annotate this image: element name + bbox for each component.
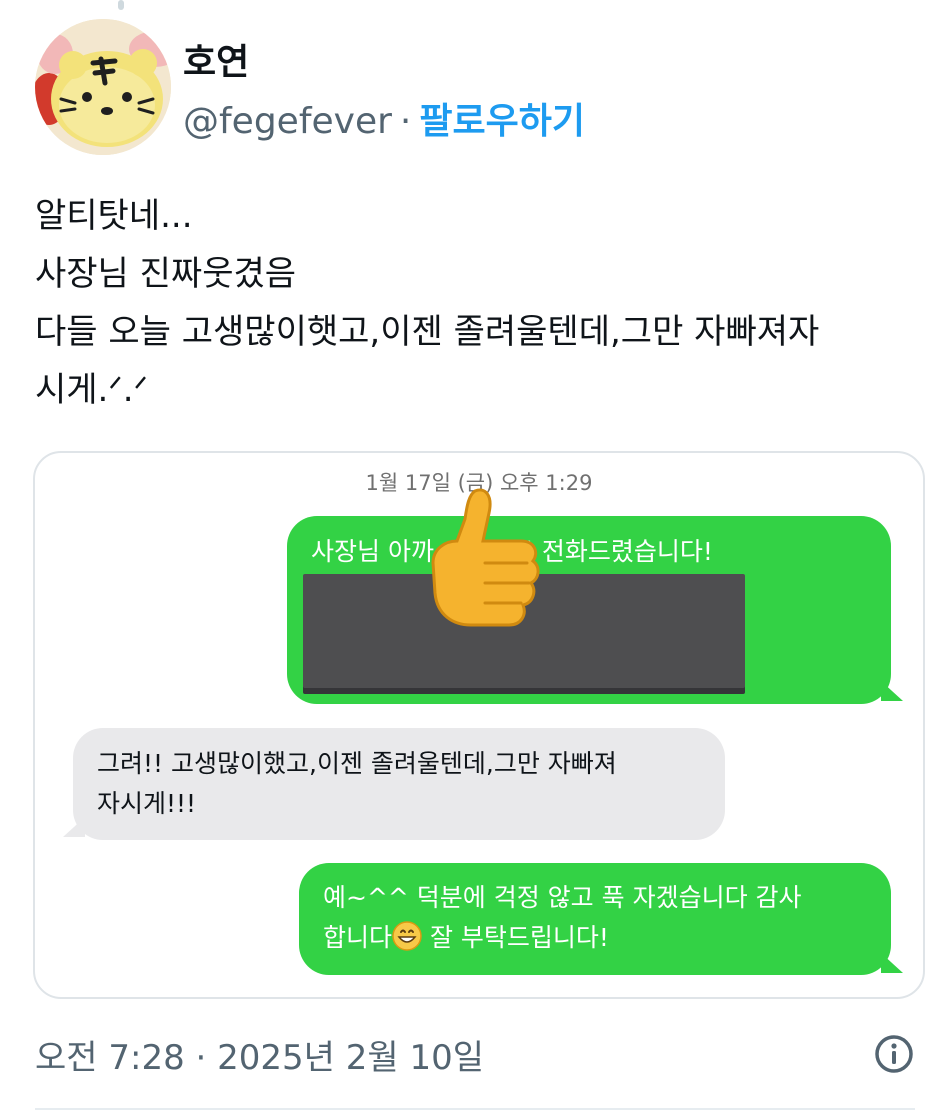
avatar[interactable] (35, 19, 171, 155)
follow-button[interactable]: 팔로우하기 (419, 101, 585, 142)
author-name[interactable]: 호연 (183, 33, 249, 85)
tweet-line: 사장님 진짜웃겼음 (35, 254, 297, 294)
info-icon[interactable] (874, 1034, 914, 1074)
author-handle[interactable]: @fegefever (183, 101, 392, 142)
grinning-face-emoji-icon (392, 921, 422, 951)
message-text: 예~^^ 덕분에 걱정 않고 푹 자겠습니다 감사 합니다 잘 부탁드립니다! (323, 878, 802, 958)
tweet-text: 알티탓네... 사장님 진짜웃겼음 다들 오늘 고생많이햇고,이젠 졸려울텐데,… (35, 187, 930, 419)
separator-dot: · (399, 101, 412, 142)
message-line: 합니다 잘 부탁드립니다! (323, 918, 802, 958)
tiger-avatar-icon (35, 19, 171, 155)
attached-chat-screenshot[interactable]: 1월 17일 (금) 오후 1:29 사장님 아까 이름으로 전화드렸습니다! … (33, 451, 925, 999)
bubble-tail (881, 681, 903, 701)
sent-message-bubble: 사장님 아까 이름으로 전화드렸습니다! (287, 516, 891, 704)
thread-connector-line (118, 0, 124, 10)
thumbs-up-emoji-icon (431, 488, 540, 627)
message-line: 자시게!!! (97, 789, 197, 818)
tweet-line: 알티탓네... (35, 196, 193, 236)
tweet-line: 시게.ᐟ.ᐟ (35, 370, 148, 410)
bubble-tail (881, 953, 903, 973)
message-line: 예~^^ 덕분에 걱정 않고 푹 자겠습니다 감사 (323, 883, 802, 912)
divider (35, 1108, 915, 1110)
message-fragment: 합니다 (323, 923, 393, 952)
tweet-line: 다들 오늘 고생많이햇고,이젠 졸려울텐데,그만 자빠져자 (35, 312, 820, 352)
handle-row: @fegefever · 팔로우하기 (183, 92, 585, 144)
tweet-timestamp[interactable]: 오전 7:28 · 2025년 2월 10일 (35, 1030, 484, 1079)
message-text: 그려!! 고생많이했고,이젠 졸려울텐데,그만 자빠져 자시게!!! (97, 744, 617, 824)
message-fragment: 잘 부탁드립니다! (422, 923, 609, 952)
sent-message-bubble: 예~^^ 덕분에 걱정 않고 푹 자겠습니다 감사 합니다 잘 부탁드립니다! (299, 863, 891, 975)
received-message-bubble: 그려!! 고생많이했고,이젠 졸려울텐데,그만 자빠져 자시게!!! (73, 728, 725, 840)
message-line: 그려!! 고생많이했고,이젠 졸려울텐데,그만 자빠져 (97, 749, 617, 778)
bubble-tail (63, 817, 85, 837)
